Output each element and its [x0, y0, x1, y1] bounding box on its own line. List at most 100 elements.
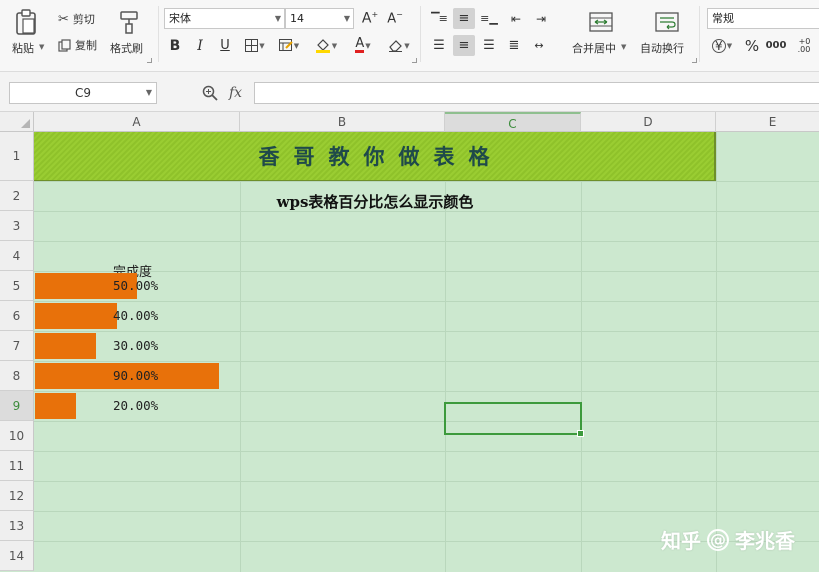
ribbon-separator [699, 6, 700, 62]
format-painter-icon [120, 11, 138, 34]
clear-format-button[interactable]: ▼ [384, 35, 414, 56]
italic-icon: I [197, 37, 203, 54]
font-size-value: 14 [290, 12, 304, 25]
row-header-8[interactable]: 8 [0, 361, 34, 391]
completion-value[interactable]: 50.00% [113, 278, 158, 293]
align-top-button[interactable]: ▔≡ [428, 8, 450, 29]
gridline-horizontal [34, 361, 819, 362]
increase-decimal-button[interactable]: +0.00 [793, 35, 815, 56]
clipboard-dialog-launcher[interactable] [147, 58, 152, 63]
copy-button[interactable]: 复制 [58, 38, 97, 52]
completion-value[interactable]: 30.00% [113, 338, 158, 353]
formula-input[interactable] [254, 82, 819, 104]
row-header-1[interactable]: 1 [0, 132, 34, 181]
font-size-select[interactable]: 14 ▼ [285, 8, 354, 29]
cell-style-button[interactable]: ▼ [274, 35, 304, 56]
cut-button[interactable]: ✂ 剪切 [58, 12, 95, 26]
zoom-search-button[interactable] [202, 82, 218, 104]
ribbon-toolbar: 粘贴 ▼ ✂ 剪切 复制 格式刷 宋体 ▼ 14 ▼ A+ A− B I U ▼… [0, 0, 819, 72]
paste-caret-icon[interactable]: ▼ [39, 43, 44, 51]
watermark-author: 李兆香 [735, 529, 795, 553]
column-header-e[interactable]: E [716, 112, 819, 132]
row-header-11[interactable]: 11 [0, 451, 34, 481]
column-header-c[interactable]: C [445, 112, 581, 132]
row-header-6[interactable]: 6 [0, 301, 34, 331]
bold-button[interactable]: B [164, 35, 186, 56]
row-header-9[interactable]: 9 [0, 391, 34, 421]
number-group: 常规 ¥ ▼ % 000 +0.00 [701, 0, 819, 72]
select-all-button[interactable] [0, 112, 34, 132]
decrease-font-icon: A− [387, 10, 403, 27]
gridline-horizontal [34, 451, 819, 452]
selected-cell-c9[interactable] [444, 402, 584, 437]
borders-icon [245, 39, 259, 52]
alignment-dialog-launcher[interactable] [692, 58, 697, 63]
decrease-indent-button[interactable]: ⇤ [505, 8, 527, 29]
format-painter-button[interactable] [114, 8, 144, 36]
font-name-select[interactable]: 宋体 ▼ [164, 8, 285, 29]
decrease-font-button[interactable]: A− [384, 8, 406, 29]
completion-value[interactable]: 90.00% [113, 368, 158, 383]
cut-label: 剪切 [72, 12, 95, 26]
borders-button[interactable]: ▼ [240, 35, 270, 56]
percent-button[interactable]: % [741, 35, 763, 56]
fx-icon: fx [229, 85, 243, 101]
row-header-13[interactable]: 13 [0, 511, 34, 541]
column-header-a[interactable]: A [34, 112, 240, 132]
distribute-button[interactable]: ↔ [528, 35, 550, 56]
completion-value[interactable]: 40.00% [113, 308, 158, 323]
font-dialog-launcher[interactable] [412, 58, 417, 63]
row-header-14[interactable]: 14 [0, 541, 34, 571]
row-header-3[interactable]: 3 [0, 211, 34, 241]
increase-font-button[interactable]: A+ [359, 8, 381, 29]
alignment-group: ▔≡ ≡ ≡▁ ⇤ ⇥ ☰ ≡ ☰ ≣ ↔ 合并居中 ▼ 自动换行 [422, 0, 698, 72]
scissors-icon: ✂ [58, 11, 69, 27]
gridline-horizontal [34, 511, 819, 512]
increase-indent-button[interactable]: ⇥ [530, 8, 552, 29]
name-box[interactable]: C9 ▼ [9, 82, 157, 104]
align-middle-icon: ≡ [458, 11, 470, 26]
gridline-horizontal [34, 391, 819, 392]
wrap-text-button[interactable] [652, 10, 682, 34]
align-middle-button[interactable]: ≡ [453, 8, 475, 29]
row-header-5[interactable]: 5 [0, 271, 34, 301]
formula-bar: C9 ▼ fx [0, 72, 819, 112]
column-header-d[interactable]: D [581, 112, 716, 132]
align-left-button[interactable]: ☰ [428, 35, 450, 56]
watermark-site: 知乎 [661, 529, 701, 553]
align-right-button[interactable]: ☰ [478, 35, 500, 56]
currency-button[interactable]: ¥ ▼ [707, 35, 737, 56]
font-group: 宋体 ▼ 14 ▼ A+ A− B I U ▼ ▼ ▼ A ▼ ▼ [160, 0, 418, 72]
increase-font-icon: A+ [361, 10, 379, 27]
align-center-icon: ≡ [458, 38, 470, 53]
underline-button[interactable]: U [214, 35, 236, 56]
paste-label: 粘贴 [12, 42, 34, 55]
font-color-button[interactable]: A ▼ [348, 35, 378, 56]
insert-function-button[interactable]: fx [229, 82, 242, 104]
sheet-banner-title[interactable]: 香哥教你做表格 [34, 132, 716, 181]
clipboard-group: 粘贴 ▼ ✂ 剪切 复制 格式刷 [0, 0, 158, 72]
italic-button[interactable]: I [189, 35, 211, 56]
gridline-horizontal [34, 421, 819, 422]
column-header-b[interactable]: B [240, 112, 445, 132]
merge-caret-icon[interactable]: ▼ [621, 43, 626, 51]
banner-text: 香哥教你做表格 [258, 144, 504, 169]
completion-value[interactable]: 20.00% [113, 398, 158, 413]
align-bottom-button[interactable]: ≡▁ [478, 8, 500, 29]
row-header-7[interactable]: 7 [0, 331, 34, 361]
number-format-select[interactable]: 常规 [707, 8, 819, 29]
comma-style-button[interactable]: 000 [765, 35, 787, 56]
row-header-2[interactable]: 2 [0, 181, 34, 211]
align-bottom-icon: ≡▁ [480, 12, 498, 25]
align-center-button[interactable]: ≡ [453, 35, 475, 56]
copy-icon [58, 38, 71, 52]
row-header-4[interactable]: 4 [0, 241, 34, 271]
justify-button[interactable]: ≣ [503, 35, 525, 56]
merge-center-button[interactable] [586, 10, 616, 34]
paste-button[interactable] [12, 8, 40, 36]
chevron-down-icon: ▼ [145, 88, 152, 97]
spreadsheet-grid[interactable]: ABCDE 1 2 3 4 5 6 7 8 9 10 11 12 13 14 香哥教你做表格 wps表格百… [0, 112, 819, 572]
row-header-10[interactable]: 10 [0, 421, 34, 451]
row-header-12[interactable]: 12 [0, 481, 34, 511]
fill-color-button[interactable]: ▼ [310, 35, 342, 56]
